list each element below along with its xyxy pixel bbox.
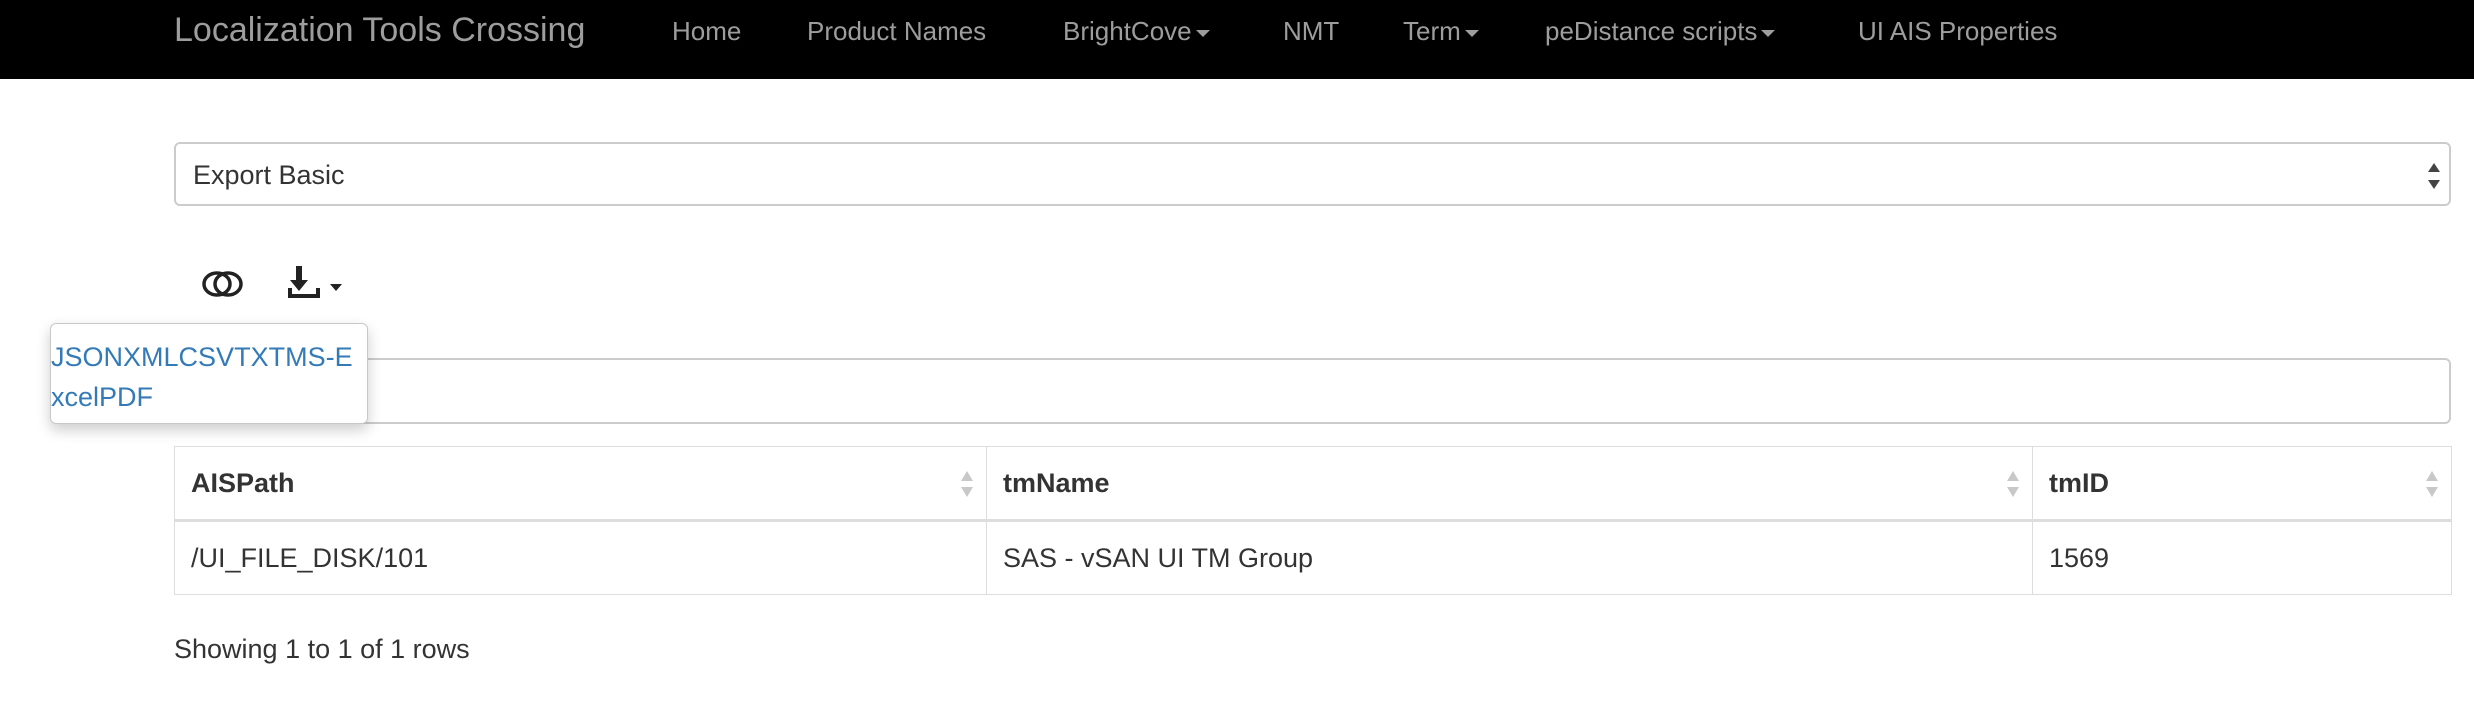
nav-label: peDistance scripts (1545, 16, 1758, 46)
export-option-csv[interactable]: CSV (179, 342, 235, 372)
nav-item-nmt[interactable]: NMT (1283, 14, 1339, 48)
nav-item-ui-ais-properties[interactable]: UI AIS Properties (1858, 14, 2057, 48)
export-menu-items: JSONXMLCSVTXTMS-ExcelPDF (51, 337, 361, 417)
nav-item-brightcove[interactable]: BrightCove (1063, 14, 1210, 48)
export-option-txt[interactable]: TXT (234, 342, 285, 372)
export-option-json[interactable]: JSON (51, 342, 123, 372)
export-type-select[interactable]: Export Basic (174, 142, 2451, 206)
nav-label: Product Names (807, 16, 987, 46)
export-dropdown-menu: JSONXMLCSVTXTMS-ExcelPDF (50, 323, 368, 424)
caret-down-icon (1464, 29, 1479, 37)
export-option-xml[interactable]: XML (123, 342, 179, 372)
search-input[interactable] (174, 358, 2451, 424)
cell-aispath: /UI_FILE_DISK/101 (174, 520, 987, 595)
top-navbar: Localization Tools Crossing Home Product… (0, 0, 2474, 79)
nav-label: Term (1403, 16, 1461, 46)
sort-icon (961, 471, 973, 497)
nav-item-product-names[interactable]: Product Names (807, 14, 986, 48)
caret-down-icon (1195, 29, 1210, 37)
nav-item-home[interactable]: Home (672, 14, 741, 48)
columns-toggle-button[interactable] (194, 262, 256, 310)
nav-label: BrightCove (1063, 16, 1192, 46)
nav-label: Home (672, 16, 742, 46)
caret-down-icon (1761, 29, 1776, 37)
cell-tmid: 1569 (2032, 520, 2452, 595)
column-header-tmid[interactable]: tmID (2032, 446, 2452, 522)
nav-item-term[interactable]: Term (1403, 14, 1479, 48)
column-header-label: tmName (1003, 467, 1110, 498)
sort-icon (2007, 471, 2019, 497)
export-option-pdf[interactable]: PDF (99, 382, 153, 412)
column-header-tmname[interactable]: tmName (986, 446, 2033, 522)
table-header-row: AISPath tmName tmID (174, 446, 2452, 522)
navbar-brand[interactable]: Localization Tools Crossing (174, 8, 585, 52)
sort-icon (2426, 471, 2438, 497)
select-value: Export Basic (193, 160, 345, 190)
pagination-info: Showing 1 to 1 of 1 rows (174, 634, 470, 664)
nav-label: UI AIS Properties (1858, 16, 2058, 46)
nav-label: NMT (1283, 16, 1340, 46)
nav-item-pedistance-scripts[interactable]: peDistance scripts (1545, 14, 1776, 48)
table-row: /UI_FILE_DISK/101 SAS - vSAN UI TM Group… (174, 520, 2452, 595)
cell-tmname: SAS - vSAN UI TM Group (986, 520, 2033, 595)
column-header-aispath[interactable]: AISPath (174, 446, 987, 522)
export-button[interactable] (282, 262, 354, 310)
results-table: AISPath tmName tmID /UI_FILE_DISK/101 SA… (174, 446, 2452, 595)
column-header-label: tmID (2049, 467, 2109, 498)
download-icon (288, 266, 342, 298)
toggle-icon (202, 271, 243, 297)
column-header-label: AISPath (191, 467, 295, 498)
select-arrows-icon (2428, 163, 2440, 189)
